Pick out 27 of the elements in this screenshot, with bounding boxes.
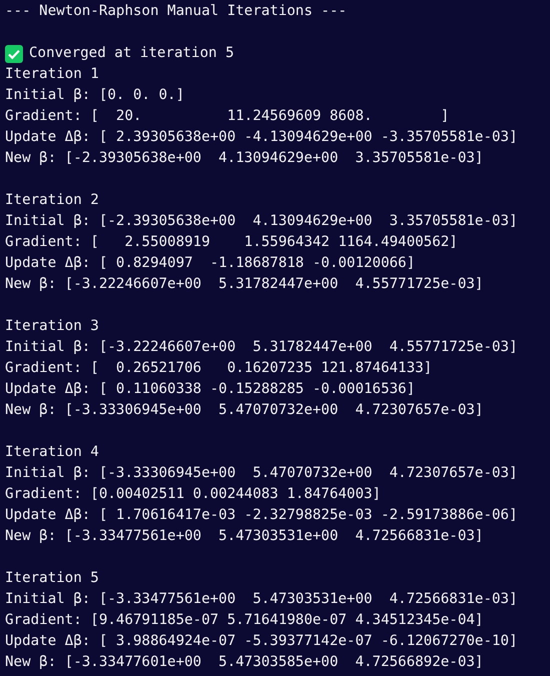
output-line: New β: [-3.33306945e+00 5.47070732e+00 4.72307657e-03] <box>5 401 484 420</box>
output-line: Initial β: [-3.22246607e+00 5.31782447e+00 4.55771725e-03] <box>5 338 518 357</box>
iteration-heading: Iteration 1 <box>5 65 99 84</box>
output-line: New β: [-2.39305638e+00 4.13094629e+00 3.35705581e-03] <box>5 149 484 168</box>
output-line: Initial β: [-3.33306945e+00 5.47070732e+00 4.72307657e-03] <box>5 464 518 483</box>
iteration-heading: Iteration 4 <box>5 443 99 462</box>
status-message: Converged at iteration 5 <box>29 44 234 63</box>
output-line: New β: [-3.33477601e+00 5.47303585e+00 4.72566892e-03] <box>5 653 484 672</box>
output-line: Update Δβ: [ 2.39305638e+00 -4.13094629e+00 -3.35705581e-03] <box>5 128 518 147</box>
iteration-heading: Iteration 3 <box>5 317 99 336</box>
output-line: Initial β: [-2.39305638e+00 4.13094629e+00 3.35705581e-03] <box>5 212 518 231</box>
output-line: Initial β: [-3.33477561e+00 5.47303531e+00 4.72566831e-03] <box>5 590 518 609</box>
output-line: Gradient: [0.00402511 0.00244083 1.84764003] <box>5 485 381 504</box>
output-line: Gradient: [ 20. 11.24569609 8608. ] <box>5 107 450 126</box>
output-line: Update Δβ: [ 0.11060338 -0.15288285 -0.00016536] <box>5 380 415 399</box>
iteration-heading: Iteration 5 <box>5 569 99 588</box>
output-line: Initial β: [0. 0. 0.] <box>5 86 184 105</box>
output-line: New β: [-3.33477561e+00 5.47303531e+00 4.72566831e-03] <box>5 527 484 546</box>
output-line: Gradient: [ 0.26521706 0.16207235 121.87464133] <box>5 359 432 378</box>
output-line: New β: [-3.22246607e+00 5.31782447e+00 4.55771725e-03] <box>5 275 484 294</box>
output-line: Gradient: [ 2.55008919 1.55964342 1164.49400562] <box>5 233 458 252</box>
output-line: Gradient: [9.46791185e-07 5.71641980e-07 4.34512345e-04] <box>5 611 484 630</box>
output-line: Update Δβ: [ 1.70616417e-03 -2.32798825e-03 -2.59173886e-06] <box>5 506 518 525</box>
iteration-heading: Iteration 2 <box>5 191 99 210</box>
output-line: Update Δβ: [ 0.8294097 -1.18687818 -0.00120066] <box>5 254 415 273</box>
output-line: Update Δβ: [ 3.98864924e-07 -5.39377142e-07 -6.12067270e-10] <box>5 632 518 651</box>
output-title: --- Newton-Raphson Manual Iterations --- <box>5 2 347 21</box>
